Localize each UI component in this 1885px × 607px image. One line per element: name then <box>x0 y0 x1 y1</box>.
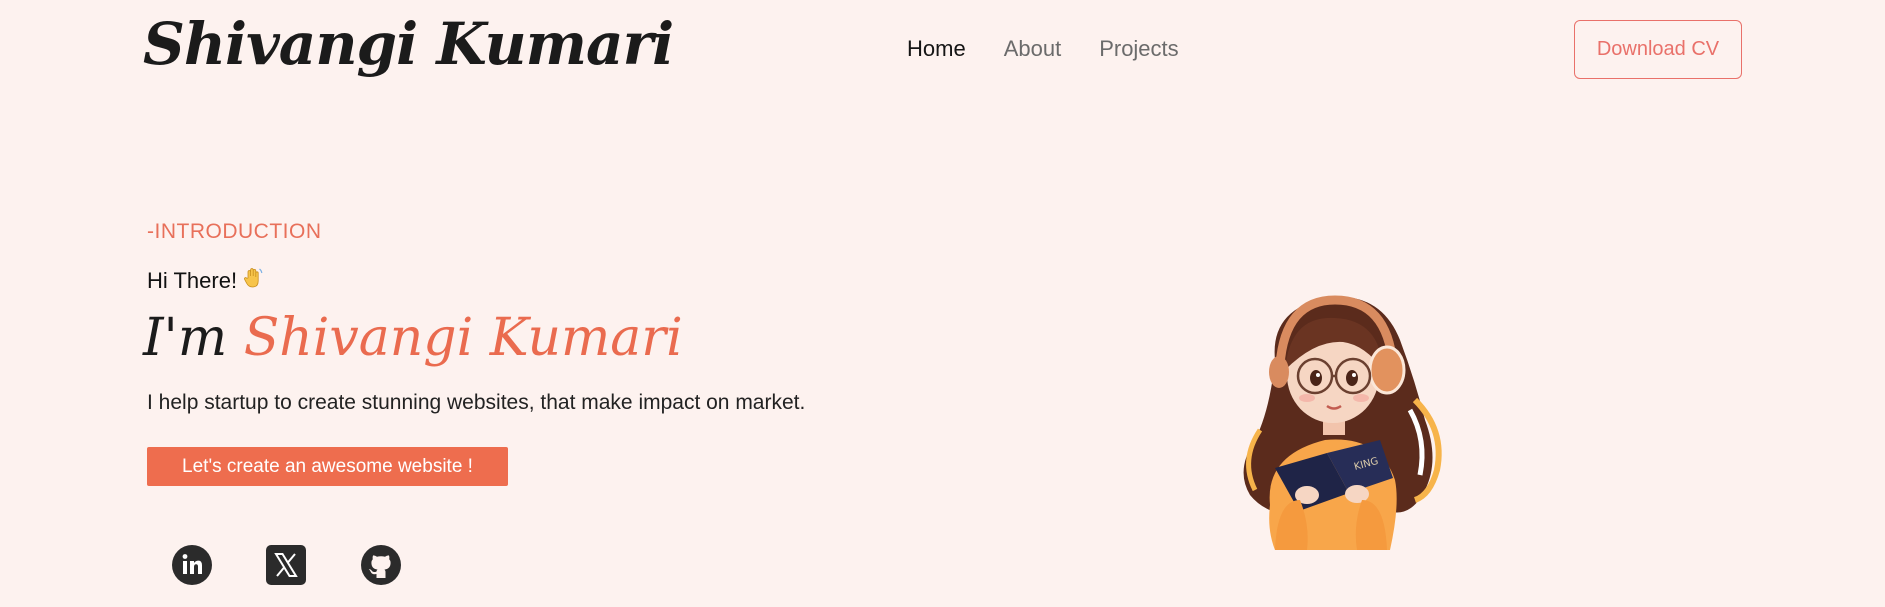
x-twitter-icon[interactable] <box>265 544 307 586</box>
nav-about[interactable]: About <box>1004 36 1062 62</box>
linkedin-icon[interactable] <box>171 544 213 586</box>
site-logo[interactable]: Shivangi Kumari <box>143 10 674 78</box>
headline: I'm Shivangi Kumari <box>143 308 683 368</box>
greeting-text: Hi There! <box>147 268 238 293</box>
download-cv-button[interactable]: Download CV <box>1574 20 1742 79</box>
section-label: -INTRODUCTION <box>147 220 322 243</box>
github-icon[interactable] <box>360 544 402 586</box>
nav-projects[interactable]: Projects <box>1099 36 1178 62</box>
nav-home[interactable]: Home <box>907 36 966 62</box>
main-nav: Home About Projects <box>907 36 1179 62</box>
headline-prefix: I'm <box>143 308 228 368</box>
greeting: Hi There! <box>147 266 265 296</box>
headline-name: Shivangi Kumari <box>243 308 683 368</box>
tagline: I help startup to create stunning websit… <box>147 391 806 414</box>
cta-button[interactable]: Let's create an awesome website ! <box>147 447 508 486</box>
waving-hand-icon <box>241 266 265 296</box>
page: Shivangi Kumari Home About Projects Down… <box>0 0 1885 607</box>
girl-reading-illustration: KING <box>1215 290 1495 560</box>
